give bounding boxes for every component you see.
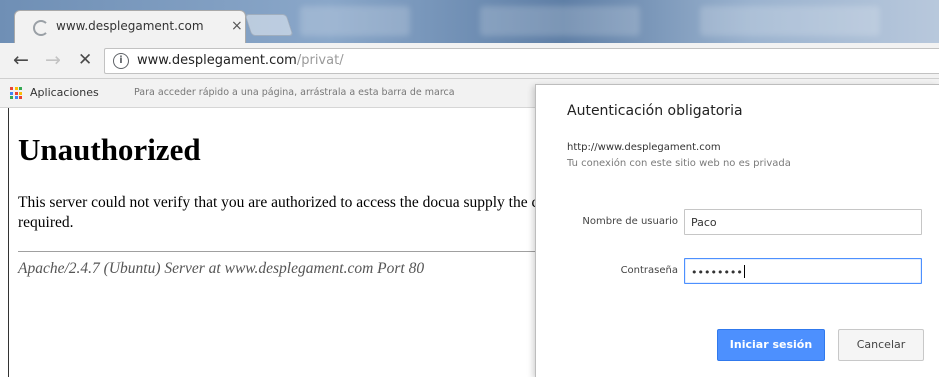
privacy-warning: Tu conexión con este sitio web no es pri… [567,158,791,169]
url-host: www.desplegament.com [137,53,297,68]
loading-favicon-icon [33,20,49,36]
site-info-icon[interactable]: i [113,53,129,69]
apps-grid-dot [19,91,22,95]
stop-loading-icon[interactable]: ✕ [78,49,92,71]
divider [18,251,535,252]
apps-grid-dot [10,91,13,95]
tab-close-icon[interactable]: × [231,18,243,34]
apps-grid-dot [10,87,13,90]
username-field[interactable]: Paco [684,209,922,235]
dialog-title: Autenticación obligatoria [567,103,743,119]
apps-grid-dot [14,91,18,95]
cancel-button[interactable]: Cancelar [838,329,924,361]
server-signature: Apache/2.4.7 (Ubuntu) Server at www.desp… [18,260,425,277]
back-arrow-icon[interactable]: ← [13,49,29,71]
apps-grid-dot [19,87,22,90]
forward-arrow-icon[interactable]: → [45,49,61,71]
apps-grid-dot [14,87,18,90]
browser-toolbar: ← → ✕ i www.desplegament.com/privat/ [0,43,939,79]
password-label: Contraseña [620,265,678,276]
page-title: Unauthorized [18,132,201,167]
username-value: Paco [691,216,717,229]
active-tab[interactable]: www.desplegament.com × [14,10,246,43]
text-caret [743,265,745,278]
tab-title: www.desplegament.com [56,19,204,33]
url-path: /privat/ [296,53,344,68]
dialog-origin: http://www.desplegament.com [567,142,721,153]
address-bar[interactable]: i www.desplegament.com/privat/ [104,48,939,74]
tab-strip-blur [300,6,410,36]
bookmarks-hint: Para acceder rápido a una página, arrást… [134,87,455,98]
tab-strip: www.desplegament.com × [0,0,939,43]
error-message: This server could not verify that you ar… [18,194,535,231]
apps-grid-icon[interactable] [10,87,22,99]
apps-grid-dot [19,96,22,99]
tab-strip-blur [700,6,880,36]
login-button[interactable]: Iniciar sesión [717,329,825,361]
error-page: Unauthorized This server could not verif… [0,108,535,377]
apps-grid-dot [14,96,18,99]
apps-shortcut[interactable]: Aplicaciones [30,86,99,99]
url-text: www.desplegament.com/privat/ [137,53,344,68]
password-field[interactable]: •••••••• [684,258,922,284]
username-label: Nombre de usuario [582,216,678,227]
new-tab-button[interactable] [244,14,294,36]
tab-strip-blur [480,6,640,36]
page-left-border [8,108,9,377]
password-value: •••••••• [691,266,743,279]
apps-grid-dot [10,96,13,99]
auth-dialog: Autenticación obligatoria http://www.des… [535,84,939,377]
